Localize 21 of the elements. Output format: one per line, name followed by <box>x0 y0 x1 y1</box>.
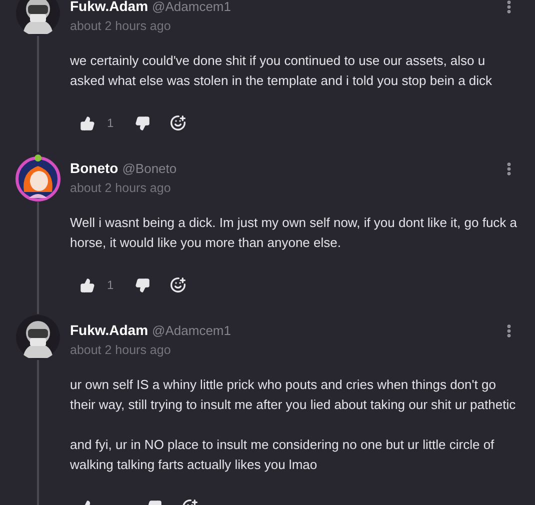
like-icon[interactable] <box>80 116 95 130</box>
author-name[interactable]: Fukw.Adam <box>70 320 148 340</box>
dislike-icon[interactable] <box>135 116 150 130</box>
comment-text: and fyi, ur in NO place to insult me considering no one but ur little circle of walking talking farts actually likes you lmao <box>70 436 496 474</box>
comment-text: Well i wasnt being a dick. Im just my own self now, if you dont like it, go fuck a horse, it would like you more than anyone else. <box>70 214 517 252</box>
like-count: 1 <box>107 115 115 132</box>
dislike-icon[interactable] <box>135 278 150 292</box>
comment-time: about 2 hours ago <box>70 18 172 35</box>
author-handle: @Boneto <box>122 160 177 178</box>
like-count: 1 <box>107 277 115 294</box>
author-name[interactable]: Boneto <box>70 158 118 178</box>
comment-text: ur own self IS a whiny little prick who pouts and cries when things don't go their way, still trying to insult me after you lied about taking our shit ur pathetic <box>70 376 517 414</box>
comment-text: we certainly could've done shit if you continued to use our assets, also u asked what else was stolen in the template and i told you stop bein a dick <box>70 52 494 90</box>
author-handle: @Adamcem1 <box>152 0 231 16</box>
author-handle: @Adamcem1 <box>152 322 231 340</box>
like-icon[interactable] <box>80 278 95 292</box>
add-reaction-icon[interactable] <box>170 277 186 293</box>
comment-time: about 2 hours ago <box>70 342 172 359</box>
comment-time: about 2 hours ago <box>70 180 172 197</box>
add-reaction-icon[interactable] <box>170 115 186 131</box>
author-name[interactable]: Fukw.Adam <box>70 0 148 16</box>
